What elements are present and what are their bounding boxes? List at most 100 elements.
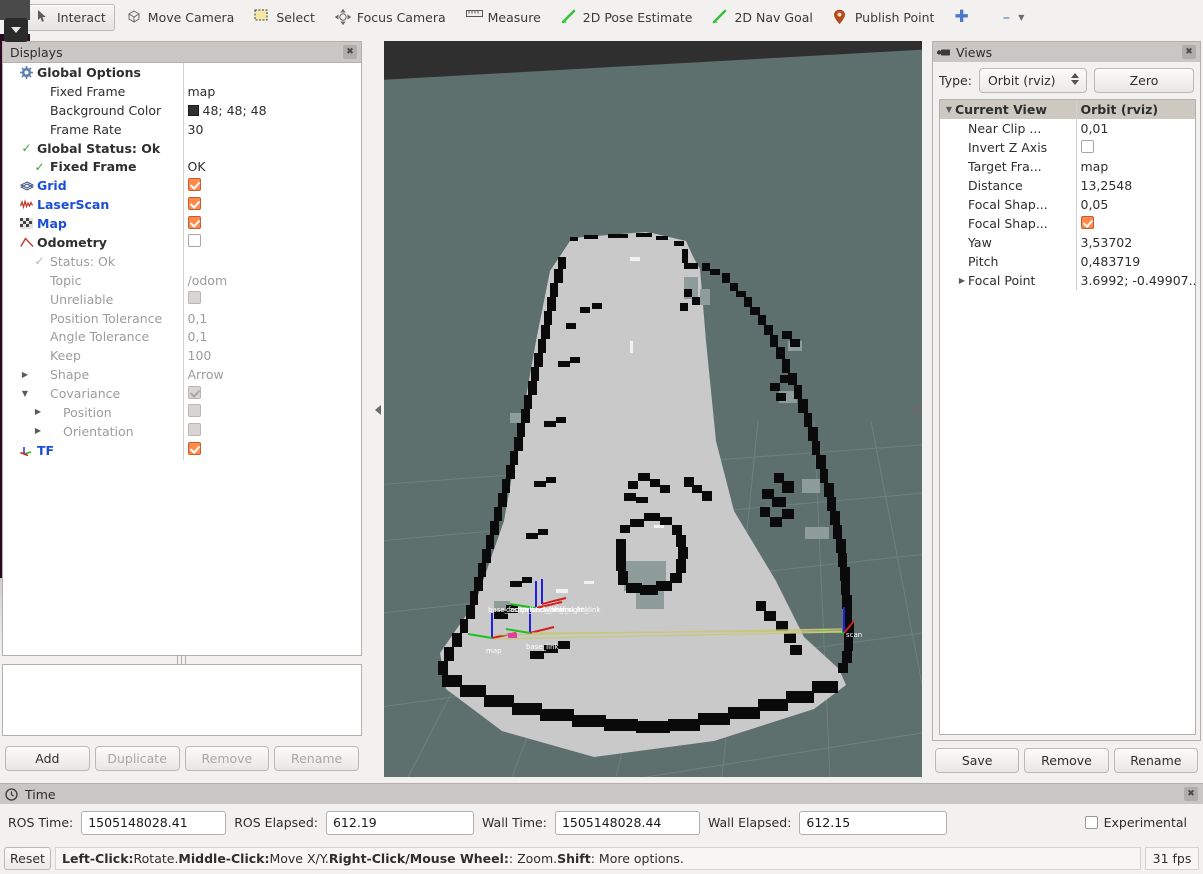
views-properties-container[interactable]: ▼ Current View Orbit (rviz) Near Clip ... 0,… [939,99,1196,735]
display-value[interactable]: 48; 48; 48 [203,103,267,118]
time-close-icon[interactable]: ✖ [1184,787,1198,801]
display-value[interactable]: map [188,84,216,99]
display-tree-row[interactable]: ▼ Covariance [3,384,361,404]
toolbar-button-measure[interactable]: Measure [457,4,550,31]
views-property-value[interactable]: 0,05 [1081,197,1109,212]
reset-button[interactable]: Reset [4,847,51,870]
wall-elapsed-field[interactable]: 612.15 [799,810,948,835]
views-property-row[interactable]: Focal Shap... 0,05 [940,195,1195,214]
display-value[interactable]: /odom [188,273,228,288]
views-property-checkbox[interactable] [1080,139,1094,153]
tree-expander[interactable]: ▶ [32,408,44,416]
views-property-value[interactable]: map [1081,159,1109,174]
display-label: Keep [50,348,81,364]
display-enable-checkbox[interactable] [187,196,201,210]
display-enable-checkbox[interactable] [187,234,201,248]
toolbar-button-select[interactable]: Select [245,4,324,31]
tree-expander[interactable]: ▶ [19,370,31,379]
display-tree-row[interactable]: Map [3,214,361,234]
display-enable-checkbox[interactable] [187,177,201,191]
views-property-value[interactable]: 3.6992; -0.49907... [1081,273,1196,288]
display-tree-row[interactable]: Unreliable [3,289,361,309]
display-value[interactable]: OK [188,159,206,174]
views-property-checkbox[interactable] [1080,215,1094,229]
remove-tool-button[interactable]: – ▼ [994,4,1034,31]
add-tool-button[interactable]: ✚ [945,4,977,31]
wall-time-field[interactable]: 1505148028.44 [554,810,700,835]
displays-tree-container[interactable]: Global Options Fixed Frame map Background C… [2,62,362,656]
spinner-icon[interactable] [1070,73,1079,85]
display-tree-row[interactable]: Grid [3,176,361,196]
views-property-row[interactable]: Distance 13,2548 [940,176,1195,195]
views-property-value[interactable]: 0,01 [1081,121,1109,136]
views-property-value[interactable]: 13,2548 [1081,178,1133,193]
display-enable-checkbox[interactable] [187,442,201,456]
add-display-button[interactable]: Add [5,746,90,771]
display-tree-row[interactable]: Background Color 48; 48; 48 [3,100,361,120]
views-property-key: Yaw [968,235,992,250]
ros-time-field[interactable]: 1505148028.41 [81,810,227,835]
tree-expander[interactable]: ▼ [943,105,955,114]
views-property-row[interactable]: Focal Shap... [940,214,1195,233]
display-value[interactable]: 0,1 [188,329,208,344]
display-tree-row[interactable]: Frame Rate 30 [3,119,361,139]
views-property-row[interactable]: Pitch 0,483719 [940,252,1195,271]
display-tree-row[interactable]: ▶ Position [3,403,361,422]
ros-elapsed-field[interactable]: 612.19 [325,810,474,835]
display-tree-row[interactable]: Odometry [3,233,361,252]
views-property-value[interactable]: 3,53702 [1081,235,1133,250]
views-close-icon[interactable]: ✖ [1182,45,1196,59]
view-type-value: Orbit (rviz) [987,73,1056,88]
toolbar-button-interact[interactable]: Interact [26,3,115,31]
view-type-select[interactable]: Orbit (rviz) [978,68,1087,93]
remove-display-button: Remove [184,746,270,771]
save-view-button[interactable]: Save [935,748,1020,773]
views-property-row[interactable]: Invert Z Axis [940,138,1195,157]
display-tree-row[interactable]: ✓ Global Status: Ok [3,138,361,158]
display-value[interactable]: Arrow [188,367,224,382]
toolbar-button-label: Measure [487,9,541,25]
window-menu-dropdown-button[interactable] [4,18,28,42]
display-tree-row[interactable]: ▶ Orientation [3,421,361,441]
display-value[interactable]: 30 [188,122,204,137]
display-tree-row[interactable]: TF [3,440,361,460]
tree-expander[interactable]: ▶ [956,276,968,285]
toolbar-button-move-camera[interactable]: Move Camera [117,4,244,31]
experimental-checkbox[interactable] [1084,816,1098,829]
experimental-toggle[interactable]: Experimental [1084,815,1195,830]
display-tree-row[interactable]: ✓ Fixed Frame OK [3,157,361,177]
display-tree-row[interactable]: Topic/odom [3,270,361,290]
remove-view-button[interactable]: Remove [1024,748,1109,773]
display-tree-row[interactable]: ✓ Status: Ok [3,251,361,271]
display-tree-row[interactable]: Fixed Frame map [3,81,361,101]
toolbar-button-focus-camera[interactable]: Focus Camera [326,4,455,31]
display-tree-row[interactable]: LaserScan [3,195,361,215]
toolbar-button-2d-nav-goal[interactable]: 2D Nav Goal [703,4,821,31]
tree-expander[interactable]: ▼ [19,389,31,398]
display-value[interactable]: 0,1 [188,311,208,326]
3d-render-view[interactable]: map base_link base_footprint caster_back… [384,41,922,777]
tree-expander[interactable]: ▶ [32,427,44,435]
color-swatch[interactable] [187,104,199,116]
display-tree-row[interactable]: Position Tolerance 0,1 [3,308,361,328]
displays-close-icon[interactable]: ✖ [343,45,357,59]
display-tree-row[interactable]: Keep 100 [3,346,361,366]
rename-view-button[interactable]: Rename [1113,748,1198,773]
displays-tree: Global Options Fixed Frame map Background C… [3,63,361,460]
display-tree-row[interactable]: ▶ Shape Arrow [3,365,361,385]
toolbar-button-2d-pose-estimate[interactable]: 2D Pose Estimate [552,4,702,31]
display-tree-row[interactable]: Global Options [3,63,361,82]
left-panel-collapse-button[interactable] [373,402,382,418]
displays-splitter[interactable]: ||| [2,656,362,665]
display-tree-row[interactable]: Angle Tolerance 0,1 [3,327,361,347]
display-enable-checkbox[interactable] [187,215,201,229]
toolbar-button-publish-point[interactable]: Publish Point [824,4,944,31]
views-property-row[interactable]: Near Clip ... 0,01 [940,119,1195,138]
display-value[interactable]: 100 [188,348,212,363]
views-property-row[interactable]: Yaw 3,53702 [940,233,1195,252]
right-panel-collapse-button[interactable] [913,402,922,418]
views-property-value[interactable]: 0,483719 [1081,254,1141,269]
views-property-row[interactable]: Target Fra... map [940,157,1195,176]
views-property-row[interactable]: ▶ Focal Point 3.6992; -0.49907... [940,271,1195,290]
zero-button[interactable]: Zero [1093,68,1194,93]
